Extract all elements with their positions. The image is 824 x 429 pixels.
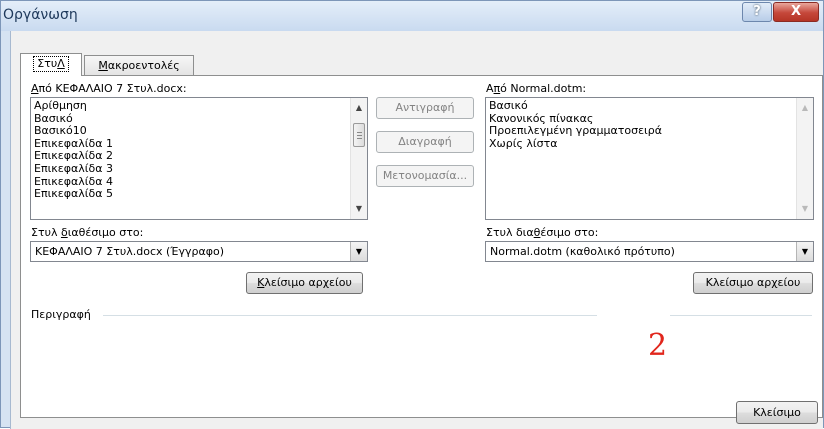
left-available-label: Στυλ διαθέσιμο στο:	[31, 226, 144, 239]
right-styles-list[interactable]: Βασικό Κανονικός πίνακας Προεπιλεγμένη γ…	[485, 97, 814, 220]
dialog-client-area: ΣτυΛ Μακροεντολές Από ΚΕΦΑΛΑΙΟ 7 Στυλ.do…	[10, 31, 823, 429]
annotation-number: 2	[648, 328, 668, 363]
copy-button[interactable]: Αντιγραφή	[376, 97, 474, 119]
left-styles-list[interactable]: Αρίθμηση Βασικό Βασικό10 Επικεφαλίδα 1 Ε…	[30, 97, 368, 220]
rename-button[interactable]: Μετονομασία...	[376, 165, 474, 187]
description-label: Περιγραφή	[31, 308, 91, 321]
delete-button[interactable]: Διαγραφή	[376, 131, 474, 153]
scroll-down-icon[interactable]: ▼	[351, 201, 367, 217]
chevron-down-icon[interactable]: ▼	[350, 242, 367, 261]
right-available-label: Στυλ διαθέσιμο στο:	[486, 226, 599, 239]
tab-panel: Από ΚΕΦΑΛΑΙΟ 7 Στυλ.docx: Αρίθμηση Βασικ…	[20, 75, 823, 418]
organizer-dialog: Οργάνωση ? X ΣτυΛ Μακροεντολές Από ΚΕΦΑΛ…	[0, 0, 824, 429]
right-from-label: Από Normal.dotm:	[486, 82, 587, 95]
list-item[interactable]: Αρίθμηση	[31, 99, 367, 113]
scroll-up-icon[interactable]: ▲	[351, 100, 367, 116]
list-item[interactable]: Επικεφαλίδα 3	[31, 162, 367, 176]
scroll-thumb[interactable]	[353, 123, 365, 147]
right-close-file-button[interactable]: Κλείσιμο αρχείου	[693, 272, 813, 294]
left-available-combo[interactable]: ΚΕΦΑΛΑΙΟ 7 Στυλ.docx (Έγγραφο) ▼	[30, 241, 368, 262]
list-item[interactable]: Βασικό10	[31, 125, 367, 138]
list-item[interactable]: Βασικό	[486, 99, 813, 113]
tab-styles-label: ΣτυΛ	[33, 56, 69, 72]
tab-macros[interactable]: Μακροεντολές	[84, 55, 194, 76]
title-bar[interactable]: Οργάνωση ? X	[1, 1, 823, 31]
close-icon[interactable]: X	[773, 2, 819, 22]
right-available-combo[interactable]: Normal.dotm (καθολικό πρότυπο) ▼	[485, 241, 814, 262]
list-item[interactable]: Επικεφαλίδα 5	[31, 188, 367, 201]
description-divider	[103, 315, 597, 316]
tab-macros-label: Μακροεντολές	[98, 59, 180, 72]
left-combo-value: ΚΕΦΑΛΑΙΟ 7 Στυλ.docx (Έγγραφο)	[35, 245, 225, 258]
scroll-up-icon[interactable]: ▲	[797, 100, 813, 116]
list-item[interactable]: Χωρίς λίστα	[486, 137, 813, 151]
list-item[interactable]: Προεπιλεγμένη γραμματοσειρά	[486, 125, 813, 138]
close-button[interactable]: Κλείσιμο	[736, 401, 818, 424]
left-close-file-button[interactable]: Κλείσιμο αρχείου	[246, 272, 363, 294]
tab-styles[interactable]: ΣτυΛ	[20, 53, 82, 76]
left-list-scrollbar[interactable]: ▲ ▼	[350, 98, 367, 219]
right-list-scrollbar[interactable]: ▲ ▼	[796, 98, 813, 219]
scroll-down-icon[interactable]: ▼	[797, 201, 813, 217]
help-icon[interactable]: ?	[742, 2, 772, 22]
description-divider-right	[670, 315, 812, 316]
right-combo-value: Normal.dotm (καθολικό πρότυπο)	[490, 245, 675, 258]
left-from-label: Από ΚΕΦΑΛΑΙΟ 7 Στυλ.docx:	[31, 82, 187, 95]
window-title: Οργάνωση	[3, 7, 78, 23]
chevron-down-icon[interactable]: ▼	[796, 242, 813, 261]
